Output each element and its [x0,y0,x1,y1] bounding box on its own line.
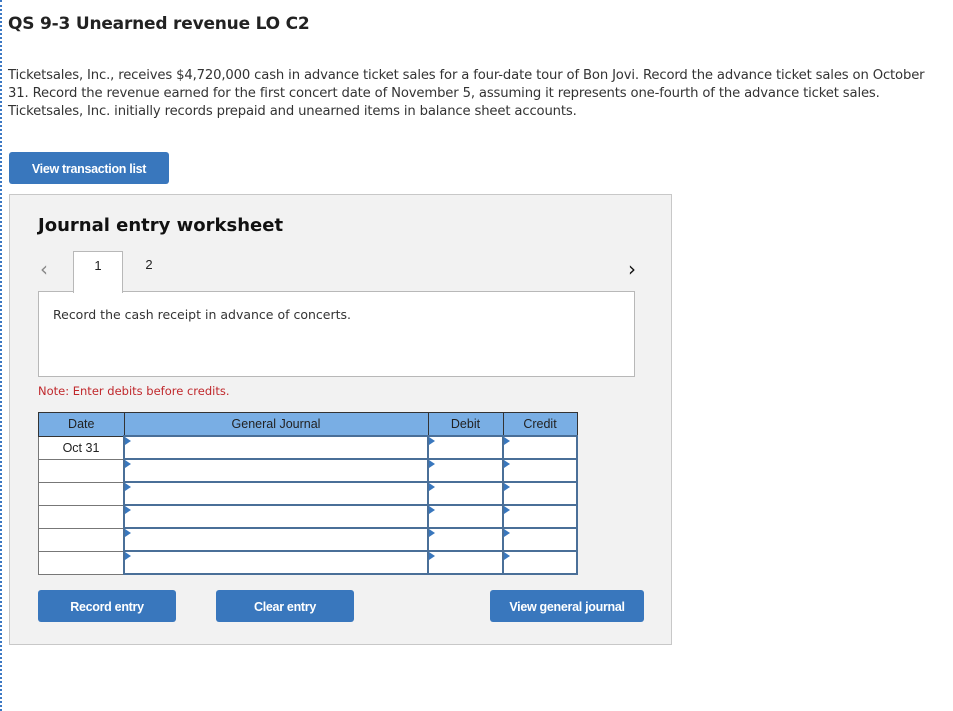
header-date: Date [38,412,125,437]
credit-input[interactable] [502,504,578,529]
credit-input[interactable] [502,458,578,483]
credit-input[interactable] [502,435,578,460]
debit-input[interactable] [427,504,504,529]
worksheet-title: Journal entry worksheet [38,215,284,236]
debit-input[interactable] [427,435,504,460]
table-row [38,527,578,552]
dropdown-flag-icon [125,529,131,537]
input-flag-icon [504,529,510,537]
table-row [38,481,578,506]
problem-title: QS 9-3 Unearned revenue LO C2 [8,14,310,34]
input-flag-icon [429,552,435,560]
date-cell[interactable] [38,504,125,529]
problem-text: Ticketsales, Inc., receives $4,720,000 c… [8,68,925,119]
date-cell[interactable] [38,550,125,575]
input-flag-icon [504,552,510,560]
account-input[interactable] [123,504,429,529]
dropdown-flag-icon [125,483,131,491]
view-transaction-list-button[interactable]: View transaction list [9,152,169,184]
account-input[interactable] [123,435,429,460]
page-left-border [0,0,2,711]
input-flag-icon [504,506,510,514]
header-general-journal: General Journal [123,412,429,437]
credit-input[interactable] [502,550,578,575]
note-text: Note: Enter debits before credits. [38,384,230,398]
instruction-box: Record the cash receipt in advance of co… [38,291,635,377]
instruction-text: Record the cash receipt in advance of co… [53,307,352,322]
input-flag-icon [429,460,435,468]
date-cell[interactable] [38,527,125,552]
chevron-left-icon[interactable]: ‹ [40,257,48,281]
date-cell[interactable] [38,481,125,506]
debit-input[interactable] [427,550,504,575]
input-flag-icon [429,529,435,537]
dropdown-flag-icon [125,552,131,560]
debit-input[interactable] [427,458,504,483]
dropdown-flag-icon [125,506,131,514]
journal-header-row: Date General Journal Debit Credit [38,412,578,437]
journal-entry-worksheet: Journal entry worksheet ‹ 1 2 › Record t… [9,194,672,645]
input-flag-icon [429,483,435,491]
account-input[interactable] [123,550,429,575]
input-flag-icon [504,483,510,491]
tab-2[interactable]: 2 [124,251,174,292]
record-entry-button[interactable]: Record entry [38,590,176,622]
date-cell[interactable]: Oct 31 [38,435,125,460]
table-row: Oct 31 [38,435,578,460]
clear-entry-button[interactable]: Clear entry [216,590,354,622]
dropdown-flag-icon [125,437,131,445]
tab-1[interactable]: 1 [73,251,123,293]
input-flag-icon [429,437,435,445]
credit-input[interactable] [502,527,578,552]
date-cell[interactable] [38,458,125,483]
input-flag-icon [429,506,435,514]
header-credit: Credit [502,412,578,437]
header-debit: Debit [427,412,504,437]
input-flag-icon [504,460,510,468]
debit-input[interactable] [427,527,504,552]
account-input[interactable] [123,481,429,506]
dropdown-flag-icon [125,460,131,468]
table-row [38,458,578,483]
table-row [38,504,578,529]
journal-table: Date General Journal Debit Credit Oct 31 [38,412,578,575]
table-row [38,550,578,575]
view-general-journal-button[interactable]: View general journal [490,590,644,622]
chevron-right-icon[interactable]: › [628,257,636,281]
debit-input[interactable] [427,481,504,506]
account-input[interactable] [123,458,429,483]
account-input[interactable] [123,527,429,552]
credit-input[interactable] [502,481,578,506]
input-flag-icon [504,437,510,445]
